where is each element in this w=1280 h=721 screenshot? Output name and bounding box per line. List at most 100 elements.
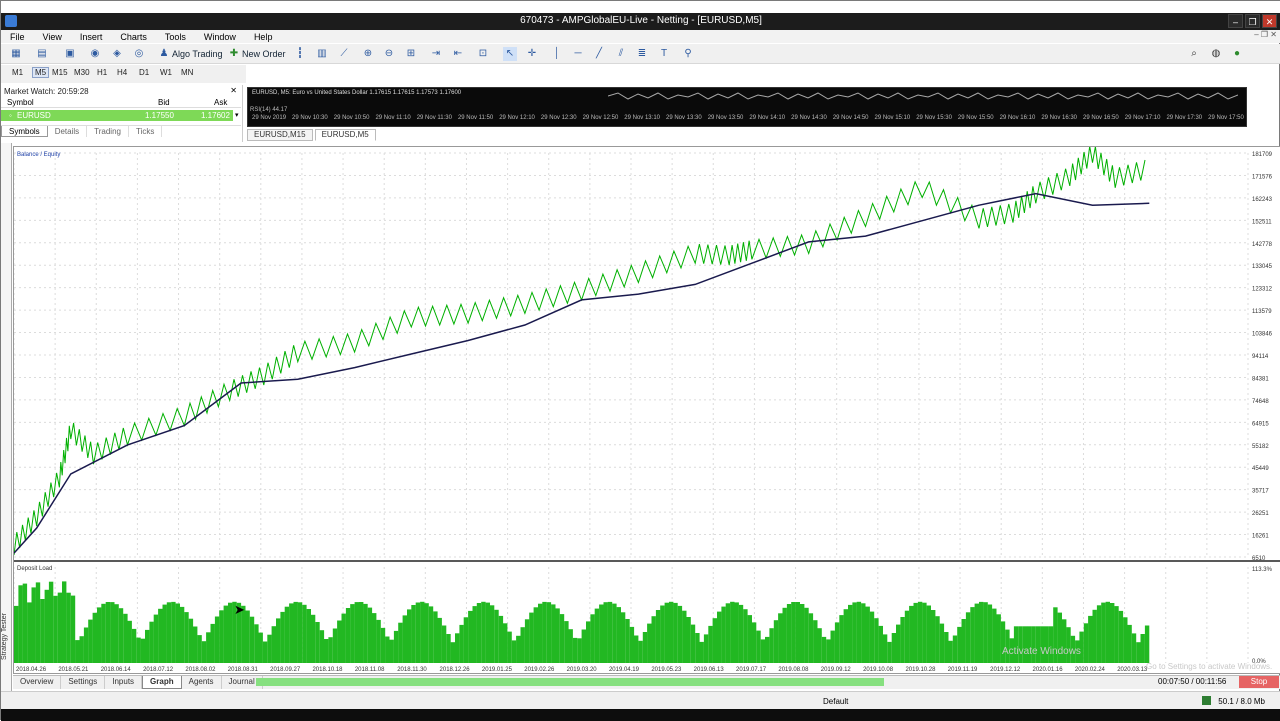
deposit-load-bar — [424, 603, 429, 663]
market-watch-row[interactable]: ◦ EURUSD 1.17550 1.17602 — [1, 110, 233, 121]
x-tick-label: 2018.11.30 — [397, 667, 427, 673]
new-chart-icon[interactable]: ▦ — [9, 47, 23, 61]
tile-windows-icon[interactable]: ⊞ — [404, 47, 418, 61]
tab-ticks[interactable]: Ticks — [129, 126, 163, 137]
zoom-in-icon[interactable]: ⊕ — [361, 47, 375, 61]
stop-button[interactable]: Stop — [1239, 676, 1279, 688]
tab-graph[interactable]: Graph — [142, 676, 182, 689]
deposit-load-bar — [53, 595, 58, 663]
tab-agents[interactable]: Agents — [182, 676, 222, 689]
fibonacci-icon[interactable]: ≣ — [635, 47, 649, 61]
timeframe-m1[interactable]: M1 — [12, 68, 23, 77]
market-watch-icon[interactable]: ▣ — [63, 47, 77, 61]
equity-line — [14, 147, 1146, 556]
deposit-load-bar — [839, 615, 844, 663]
community-icon[interactable]: ◍ — [1209, 47, 1223, 61]
activate-windows-watermark: Activate Windows — [1002, 646, 1081, 657]
scroll-down-icon[interactable]: ▾ — [235, 111, 239, 119]
minimize-button[interactable]: – — [1228, 14, 1243, 28]
overview-date-tick: 29 Nov 15:50 — [957, 115, 994, 121]
deposit-load-bar — [193, 626, 198, 663]
timeframe-h1[interactable]: H1 — [97, 68, 107, 77]
deposit-load-bar — [808, 613, 814, 663]
algo-trading-icon[interactable]: ♟ — [157, 47, 171, 61]
menu-file[interactable]: File — [1, 32, 34, 42]
chart-shift-icon[interactable]: ⇤ — [451, 47, 465, 61]
deposit-load-bar — [171, 601, 176, 663]
menu-tools[interactable]: Tools — [156, 32, 195, 42]
line-chart-icon[interactable]: ⟋ — [337, 47, 351, 61]
tab-trading[interactable]: Trading — [87, 126, 129, 137]
signals-icon[interactable]: ◎ — [132, 47, 146, 61]
trendline-icon[interactable]: ╱ — [592, 47, 606, 61]
profiles-icon[interactable]: ▤ — [35, 47, 49, 61]
timeframe-m5[interactable]: M5 — [32, 67, 50, 78]
indicators-icon[interactable]: ⊡ — [476, 47, 490, 61]
tab-settings[interactable]: Settings — [61, 676, 106, 689]
overview-date-tick: 29 Nov 16:10 — [999, 115, 1036, 121]
timeframe-m30[interactable]: M30 — [74, 68, 90, 77]
deposit-load-bar — [498, 615, 504, 663]
deposit-load-bar — [507, 631, 512, 663]
rsi-label: RSI(14) 44.17 — [250, 107, 288, 113]
tab-inputs[interactable]: Inputs — [105, 676, 143, 689]
menu-insert[interactable]: Insert — [71, 32, 112, 42]
deposit-load-bar — [887, 641, 892, 663]
text-tool-icon[interactable]: T — [657, 47, 671, 61]
deposit-load-bar — [332, 628, 338, 663]
strategy-tester-sidebar[interactable]: Strategy Tester — [1, 143, 12, 691]
deposit-load-bar — [485, 602, 490, 663]
menu-help[interactable]: Help — [245, 32, 282, 42]
market-watch-close-icon[interactable]: ✕ — [230, 86, 237, 95]
new-order-button[interactable]: New Order — [242, 47, 286, 61]
maximize-button[interactable]: ❐ — [1245, 14, 1260, 28]
col-ask[interactable]: Ask — [214, 98, 227, 107]
autoscroll-icon[interactable]: ⇥ — [429, 47, 443, 61]
deposit-load-bar — [249, 616, 255, 663]
account-icon[interactable]: ● — [1230, 47, 1244, 61]
data-window-icon[interactable]: ◈ — [110, 47, 124, 61]
deposit-load-bar — [594, 608, 600, 663]
new-order-icon[interactable]: ✚ — [227, 47, 241, 61]
shapes-icon[interactable]: ⚲ — [681, 47, 695, 61]
timeframe-d1[interactable]: D1 — [139, 68, 149, 77]
deposit-load-bar — [105, 602, 111, 663]
col-bid[interactable]: Bid — [158, 98, 170, 107]
load-y-tick: 113.3% — [1252, 567, 1273, 573]
col-symbol[interactable]: Symbol — [7, 98, 34, 107]
price-chart-strip[interactable]: EURUSD, M5: Euro vs United States Dollar… — [247, 87, 1247, 127]
candles-icon[interactable]: ▥ — [315, 47, 329, 61]
search-icon[interactable]: ⌕ — [1187, 47, 1201, 61]
menu-view[interactable]: View — [34, 32, 71, 42]
menu-charts[interactable]: Charts — [111, 32, 156, 42]
timeframe-mn[interactable]: MN — [181, 68, 193, 77]
zoom-out-icon[interactable]: ⊖ — [382, 47, 396, 61]
menu-window[interactable]: Window — [195, 32, 245, 42]
deposit-load-bar — [848, 604, 853, 663]
timeframe-m15[interactable]: M15 — [52, 68, 68, 77]
bar-chart-icon[interactable]: ┇ — [293, 47, 307, 61]
algo-trading-button[interactable]: Algo Trading — [172, 47, 223, 61]
timeframe-w1[interactable]: W1 — [160, 68, 172, 77]
crosshair-icon[interactable]: ✛ — [525, 47, 539, 61]
navigator-icon[interactable]: ◉ — [88, 47, 102, 61]
market-watch-tabs: Symbols Details Trading Ticks — [1, 125, 241, 137]
channels-icon[interactable]: ⫽ — [614, 47, 628, 61]
test-timer: 00:07:50 / 00:11:56 — [1158, 677, 1227, 686]
chart-tab-eurusd-m15[interactable]: EURUSD,M15 — [247, 129, 313, 141]
horizontal-line-icon[interactable]: ─ — [571, 47, 585, 61]
vertical-line-icon[interactable]: │ — [550, 47, 564, 61]
tab-overview[interactable]: Overview — [13, 676, 62, 689]
timeframe-h4[interactable]: H4 — [117, 68, 127, 77]
chart-tab-eurusd-m5[interactable]: EURUSD,M5 — [314, 129, 376, 141]
deposit-load-bar — [581, 629, 586, 663]
mdi-controls-icon[interactable]: – ❐ ✕ — [1254, 30, 1277, 39]
y-tick-label: 45449 — [1252, 466, 1269, 472]
close-button[interactable]: ✕ — [1262, 14, 1277, 28]
tester-graph[interactable]: 181709 171576 162243 152511 142778 133045 1233… — [13, 146, 1280, 674]
tab-details[interactable]: Details — [48, 126, 88, 137]
x-tick-label: 2018.08.31 — [228, 667, 259, 673]
deposit-load-bar — [904, 610, 910, 663]
tab-symbols[interactable]: Symbols — [1, 126, 48, 137]
cursor-icon[interactable]: ↖ — [503, 47, 517, 61]
